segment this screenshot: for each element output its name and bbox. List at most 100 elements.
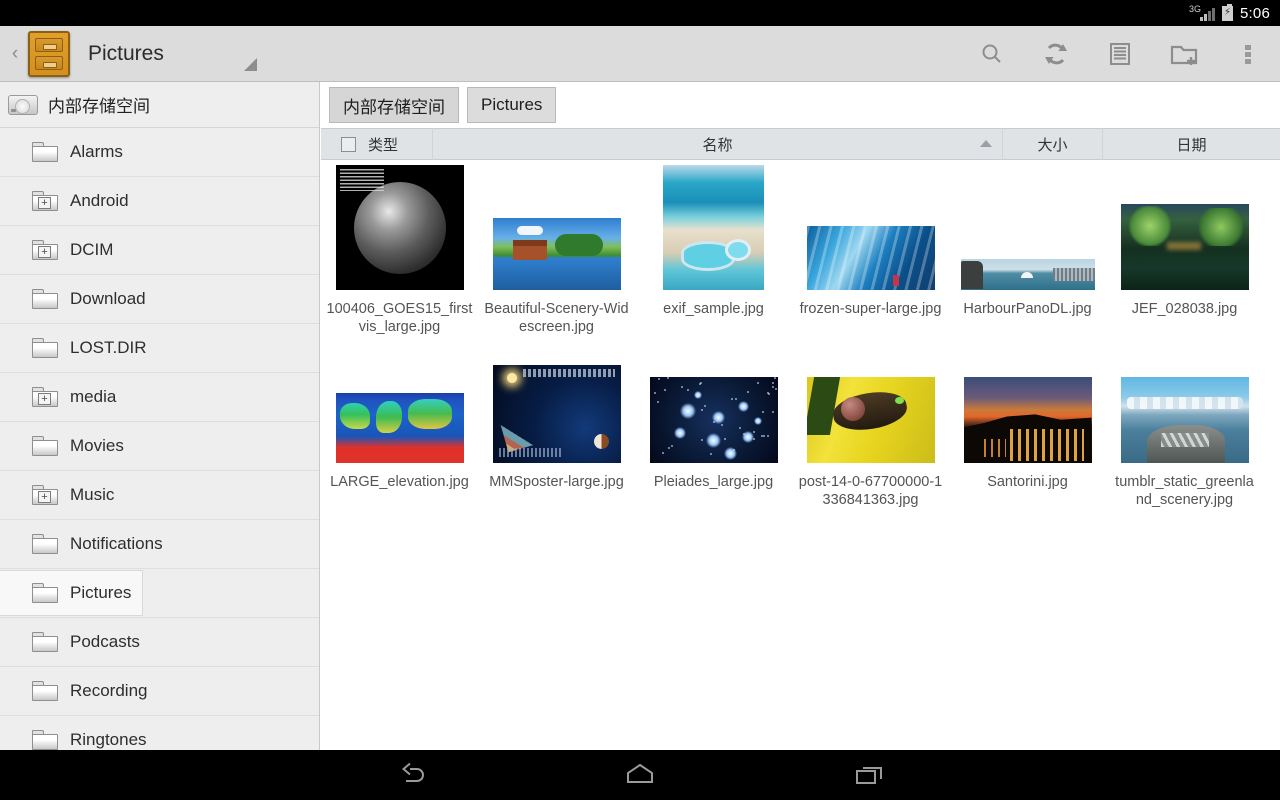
file-grid-item[interactable]: frozen-super-large.jpg: [792, 163, 949, 336]
file-grid-item[interactable]: HarbourPanoDL.jpg: [949, 163, 1106, 336]
file-name-label: Beautiful-Scenery-Widescreen.jpg: [484, 300, 630, 336]
new-folder-button[interactable]: [1152, 26, 1216, 82]
refresh-icon: [1042, 40, 1070, 68]
file-thumbnail-wrapper: [641, 163, 786, 291]
sidebar-item-ringtones[interactable]: Ringtones: [0, 716, 319, 750]
column-header-name[interactable]: 名称: [433, 128, 1003, 160]
search-button[interactable]: [960, 26, 1024, 82]
system-navigation-bar: [0, 750, 1280, 800]
view-mode-button[interactable]: [1088, 26, 1152, 82]
column-header-name-label: 名称: [702, 134, 732, 155]
breadcrumb-item-pictures[interactable]: Pictures: [467, 87, 556, 123]
column-header-size[interactable]: 大小: [1003, 128, 1103, 160]
action-bar: ‹ Pictures: [0, 26, 1280, 82]
folder-tree-sidebar[interactable]: 内部存储空间 Alarms + Android + DCIM Download LOST.D…: [0, 82, 320, 750]
sidebar-item-music[interactable]: + Music: [0, 471, 319, 520]
file-grid-item[interactable]: MMSposter-large.jpg: [478, 336, 635, 509]
file-name-label: 100406_GOES15_firstvis_large.jpg: [327, 300, 473, 336]
new-folder-icon: [1169, 41, 1199, 67]
action-bar-buttons: [960, 26, 1280, 82]
file-thumbnail-wrapper: [484, 163, 629, 291]
sidebar-item-alarms[interactable]: Alarms: [0, 128, 319, 177]
column-header-type[interactable]: 类型: [321, 128, 433, 160]
thumbnail-sydney-harbour-panorama: [961, 259, 1095, 290]
folder-list: Alarms + Android + DCIM Download LOST.DIR + medi…: [0, 128, 319, 750]
file-grid-item[interactable]: 100406_GOES15_firstvis_large.jpg: [321, 163, 478, 336]
folder-icon: [32, 142, 58, 162]
breadcrumb: 内部存储空间 Pictures: [321, 82, 1280, 128]
sidebar-item-label: LOST.DIR: [70, 338, 147, 358]
sidebar-item-pictures[interactable]: Pictures: [0, 569, 319, 618]
file-thumbnail-wrapper: [1112, 163, 1257, 291]
nav-back-button[interactable]: [380, 755, 440, 795]
folder-icon: [32, 681, 58, 701]
sidebar-item-movies[interactable]: Movies: [0, 422, 319, 471]
select-all-checkbox[interactable]: [341, 137, 356, 152]
dropdown-triangle-icon[interactable]: [244, 58, 257, 71]
back-arrow-icon: [390, 762, 430, 788]
file-cabinet-icon[interactable]: [28, 31, 70, 77]
sidebar-item-label: media: [70, 387, 116, 407]
file-grid-item[interactable]: JEF_028038.jpg: [1106, 163, 1263, 336]
column-header-size-label: 大小: [1037, 134, 1067, 155]
sidebar-item-label: Notifications: [70, 534, 163, 554]
nav-recents-button[interactable]: [840, 755, 900, 795]
nav-home-button[interactable]: [610, 755, 670, 795]
file-thumbnail-wrapper: [327, 163, 472, 291]
sidebar-item-label: Podcasts: [70, 632, 140, 652]
thumbnail-blue-ice-cave: [807, 226, 935, 290]
sidebar-item-podcasts[interactable]: Podcasts: [0, 618, 319, 667]
file-thumbnail-wrapper: [955, 163, 1100, 291]
sidebar-item-download[interactable]: Download: [0, 275, 319, 324]
file-name-label: Pleiades_large.jpg: [641, 473, 787, 491]
folder-icon: [32, 534, 58, 554]
thumbnail-fly-on-yellow-flower: [807, 377, 935, 463]
sidebar-item-label: Music: [70, 485, 114, 505]
file-thumbnail-wrapper: [798, 163, 943, 291]
folder-icon: [32, 583, 58, 603]
sidebar-item-label: Ringtones: [70, 730, 147, 750]
overflow-menu-button[interactable]: [1216, 26, 1280, 82]
hard-disk-icon: [8, 95, 38, 115]
file-grid-item[interactable]: Santorini.jpg: [949, 336, 1106, 509]
file-grid-item[interactable]: tumblr_static_greenland_scenery.jpg: [1106, 336, 1263, 509]
folder-icon: [32, 338, 58, 358]
folder-expandable-icon: +: [32, 240, 58, 260]
thumbnail-world-elevation-map: [336, 393, 464, 463]
file-grid-item[interactable]: Beautiful-Scenery-Widescreen.jpg: [478, 163, 635, 336]
sidebar-item-android[interactable]: + Android: [0, 177, 319, 226]
file-grid-item[interactable]: post-14-0-67700000-1336841363.jpg: [792, 336, 949, 509]
sidebar-item-media[interactable]: + media: [0, 373, 319, 422]
file-name-label: post-14-0-67700000-1336841363.jpg: [798, 473, 944, 509]
storage-root-item[interactable]: 内部存储空间: [0, 82, 319, 128]
file-grid-item[interactable]: exif_sample.jpg: [635, 163, 792, 336]
file-name-label: tumblr_static_greenland_scenery.jpg: [1112, 473, 1258, 509]
file-name-label: Santorini.jpg: [955, 473, 1101, 491]
signal-bars-icon: 3G: [1191, 5, 1215, 21]
file-name-label: LARGE_elevation.jpg: [327, 473, 473, 491]
file-thumbnail-wrapper: [955, 336, 1100, 464]
file-name-label: frozen-super-large.jpg: [798, 300, 944, 318]
file-grid-item[interactable]: Pleiades_large.jpg: [635, 336, 792, 509]
sidebar-item-lost-dir[interactable]: LOST.DIR: [0, 324, 319, 373]
file-thumbnail-wrapper: [1112, 336, 1257, 464]
status-bar: 3G ⚡ 5:06: [0, 0, 1280, 26]
column-headers: 类型 名称 大小 日期: [321, 128, 1280, 160]
column-header-date[interactable]: 日期: [1103, 128, 1280, 160]
column-header-date-label: 日期: [1176, 134, 1206, 155]
sidebar-item-recording[interactable]: Recording: [0, 667, 319, 716]
sidebar-item-dcim[interactable]: + DCIM: [0, 226, 319, 275]
folder-icon: [32, 436, 58, 456]
thumbnail-pleiades-star-cluster: [650, 377, 778, 463]
thumbnail-santorini-sunset: [964, 377, 1092, 463]
folder-icon: [32, 730, 58, 750]
breadcrumb-item-storage[interactable]: 内部存储空间: [329, 87, 459, 123]
file-grid-item[interactable]: LARGE_elevation.jpg: [321, 336, 478, 509]
folder-icon: [32, 632, 58, 652]
sidebar-item-notifications[interactable]: Notifications: [0, 520, 319, 569]
refresh-button[interactable]: [1024, 26, 1088, 82]
network-type-label: 3G: [1189, 5, 1201, 14]
search-icon: [979, 41, 1005, 67]
status-clock: 5:06: [1240, 5, 1270, 22]
up-chevron-icon[interactable]: ‹: [4, 44, 26, 63]
